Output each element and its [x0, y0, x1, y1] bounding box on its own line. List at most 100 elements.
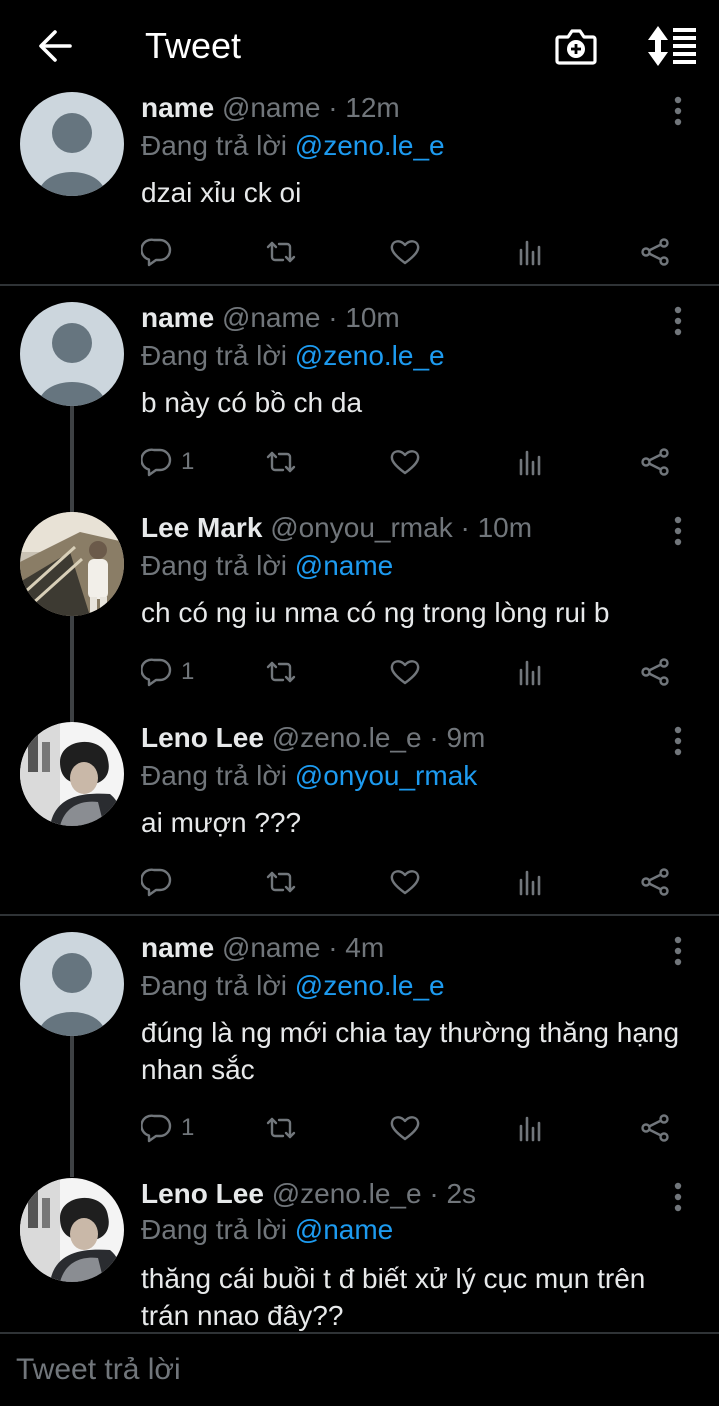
tweet-text: thăng cái buồi t đ biết xử lý cục mụn tr… [141, 1263, 646, 1331]
reply-prefix: Đang trả lời [141, 970, 287, 1001]
tweet-text: ch có ng iu nma có ng trong lòng rui b [141, 597, 610, 628]
share-button[interactable] [639, 862, 671, 902]
retweet-button[interactable] [265, 442, 297, 482]
tweet[interactable]: name @name · 4m Đang trả lời @zeno.le_e … [0, 916, 719, 1162]
tweet-actions [0, 232, 719, 272]
user-handle[interactable]: @name [222, 932, 320, 963]
tweet[interactable]: Leno Lee @zeno.le_e · 9m Đang trả lời @o… [0, 706, 719, 914]
display-name[interactable]: Leno Lee [141, 722, 264, 753]
reply-button[interactable]: 1 [141, 652, 194, 692]
more-options-icon[interactable] [667, 94, 689, 128]
top-app-bar: Tweet [0, 0, 719, 92]
mention-link[interactable]: @zeno.le_e [295, 340, 445, 371]
more-options-icon[interactable] [667, 934, 689, 968]
mention-link[interactable]: @name [295, 550, 393, 581]
reply-context: Đang trả lời @zeno.le_e [141, 130, 445, 162]
like-icon [390, 450, 420, 475]
more-options-icon[interactable] [667, 304, 689, 338]
timestamp: · 9m [429, 722, 486, 753]
reply-icon [141, 868, 172, 897]
display-name[interactable]: Lee Mark [141, 512, 262, 543]
tweet-author-line: Lee Mark @onyou_rmak · 10m [141, 512, 532, 544]
like-icon [390, 870, 420, 895]
tweet-text: dzai xỉu ck oi [141, 177, 302, 208]
mention-link[interactable]: @onyou_rmak [295, 760, 478, 791]
timestamp: · 2s [429, 1178, 477, 1209]
share-icon [641, 868, 669, 896]
reply-icon [141, 658, 172, 687]
retweet-icon [266, 871, 296, 893]
reply-button[interactable]: 1 [141, 1108, 194, 1148]
camera-plus-icon[interactable] [554, 24, 598, 68]
tweet-text: ai mượn ??? [141, 807, 302, 838]
sort-list-icon[interactable] [646, 24, 698, 68]
avatar[interactable] [20, 512, 124, 616]
retweet-button[interactable] [265, 652, 297, 692]
reply-context: Đang trả lời @zeno.le_e [141, 970, 445, 1002]
avatar[interactable] [20, 932, 124, 1036]
mention-link[interactable]: @zeno.le_e [295, 130, 445, 161]
reply-input[interactable] [16, 1334, 706, 1406]
reply-context: Đang trả lời @onyou_rmak [141, 760, 477, 792]
views-button[interactable] [515, 1108, 547, 1148]
display-name[interactable]: name [141, 302, 214, 333]
views-icon [519, 240, 541, 266]
retweet-button[interactable] [265, 862, 297, 902]
tweet-text: b này có bồ ch da [141, 387, 363, 418]
user-handle[interactable]: @name [222, 92, 320, 123]
avatar[interactable] [20, 302, 124, 406]
like-button[interactable] [389, 1108, 421, 1148]
display-name[interactable]: name [141, 932, 214, 963]
retweet-button[interactable] [265, 1108, 297, 1148]
arrow-left-icon[interactable] [36, 26, 76, 66]
like-icon [390, 1116, 420, 1141]
like-button[interactable] [389, 442, 421, 482]
reply-button[interactable] [141, 862, 181, 902]
like-button[interactable] [389, 862, 421, 902]
views-button[interactable] [515, 862, 547, 902]
like-button[interactable] [389, 232, 421, 272]
timestamp: · 10m [460, 512, 533, 543]
retweet-icon [266, 1117, 296, 1139]
reply-thread: name @name · 12m Đang trả lời @zeno.le_e… [0, 0, 719, 1332]
retweet-icon [266, 241, 296, 263]
mention-link[interactable]: @name [295, 1214, 393, 1245]
display-name[interactable]: name [141, 92, 214, 123]
like-icon [390, 240, 420, 265]
tweet[interactable]: Lee Mark @onyou_rmak · 10m Đang trả lời … [0, 496, 719, 706]
views-button[interactable] [515, 442, 547, 482]
share-button[interactable] [639, 442, 671, 482]
tweet[interactable]: Leno Lee @zeno.le_e · 2s Đang trả lời @n… [0, 1162, 719, 1332]
display-name[interactable]: Leno Lee [141, 1178, 264, 1209]
like-button[interactable] [389, 652, 421, 692]
views-icon [519, 1116, 541, 1142]
share-button[interactable] [639, 1108, 671, 1148]
avatar[interactable] [20, 1178, 124, 1282]
user-handle[interactable]: @onyou_rmak [270, 512, 453, 543]
share-icon [641, 1114, 669, 1142]
share-button[interactable] [639, 652, 671, 692]
reply-icon [141, 1114, 172, 1143]
retweet-icon [266, 661, 296, 683]
user-handle[interactable]: @name [222, 302, 320, 333]
share-button[interactable] [639, 232, 671, 272]
more-options-icon[interactable] [667, 724, 689, 758]
mention-link[interactable]: @zeno.le_e [295, 970, 445, 1001]
reply-button[interactable]: 1 [141, 442, 194, 482]
more-options-icon[interactable] [667, 1180, 689, 1214]
views-icon [519, 450, 541, 476]
views-button[interactable] [515, 232, 547, 272]
views-button[interactable] [515, 652, 547, 692]
avatar[interactable] [20, 92, 124, 196]
tweet-actions: 1 [0, 652, 719, 692]
tweet-author-line: name @name · 4m [141, 932, 384, 964]
reply-button[interactable] [141, 232, 181, 272]
share-icon [641, 448, 669, 476]
user-handle[interactable]: @zeno.le_e [272, 1178, 422, 1209]
user-handle[interactable]: @zeno.le_e [272, 722, 422, 753]
retweet-button[interactable] [265, 232, 297, 272]
avatar[interactable] [20, 722, 124, 826]
tweet[interactable]: name @name · 10m Đang trả lời @zeno.le_e… [0, 286, 719, 496]
reply-icon [141, 238, 172, 267]
more-options-icon[interactable] [667, 514, 689, 548]
